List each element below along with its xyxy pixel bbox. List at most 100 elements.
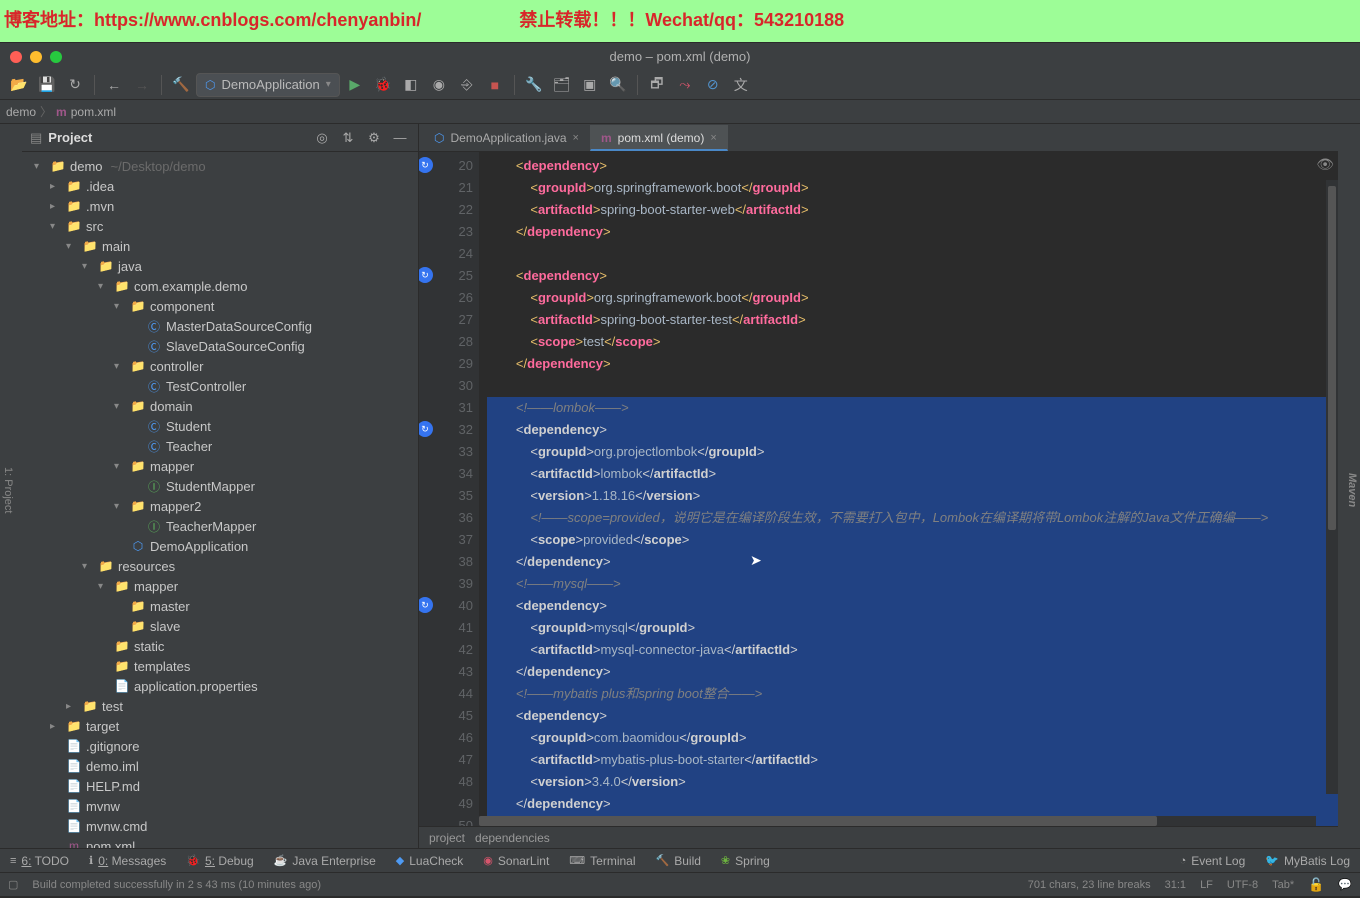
- crumb-project[interactable]: demo: [6, 105, 36, 119]
- tree-item[interactable]: ▾📁src: [24, 216, 418, 236]
- mybatis-log-tool[interactable]: 🐦MyBatis Log: [1255, 849, 1360, 872]
- maven-icon: m: [56, 105, 67, 119]
- tree-item[interactable]: ⒸTeacher: [24, 436, 418, 456]
- project-tab[interactable]: 1: Project: [0, 132, 16, 848]
- tree-item[interactable]: mpom.xml: [24, 836, 418, 848]
- tree-item[interactable]: ▸📁target: [24, 716, 418, 736]
- tree-item[interactable]: 📁templates: [24, 656, 418, 676]
- project-struct-icon[interactable]: 🗂: [549, 73, 575, 97]
- vertical-scrollbar[interactable]: [1326, 180, 1338, 794]
- tree-item[interactable]: ▸📁test: [24, 696, 418, 716]
- debug-tool[interactable]: 🐞5: Debug: [176, 849, 263, 872]
- close-icon[interactable]: ×: [573, 132, 579, 144]
- breadcrumb: demo 〉 m pom.xml: [0, 100, 1360, 124]
- spring-tool[interactable]: ❀Spring: [711, 849, 780, 872]
- gear-icon[interactable]: ⚙: [364, 130, 384, 146]
- tree-item[interactable]: 📄HELP.md: [24, 776, 418, 796]
- tree-item[interactable]: 📁master: [24, 596, 418, 616]
- hide-icon[interactable]: —: [390, 130, 410, 145]
- messages-tool[interactable]: ℹ0: Messages: [79, 849, 176, 872]
- tree-item[interactable]: ⒾStudentMapper: [24, 476, 418, 496]
- attach-icon[interactable]: ⎆: [454, 73, 480, 97]
- tree-item[interactable]: ▾📁mapper: [24, 576, 418, 596]
- bottom-tools-bar: ≡6: TODO ℹ0: Messages 🐞5: Debug ☕Java En…: [0, 848, 1360, 872]
- encoding[interactable]: UTF-8: [1227, 879, 1258, 891]
- minimize-window-icon[interactable]: [30, 51, 42, 63]
- coverage-icon[interactable]: ◧: [398, 73, 424, 97]
- inspection-icon[interactable]: 👁: [1316, 156, 1334, 173]
- tree-item[interactable]: 📄mvnw.cmd: [24, 816, 418, 836]
- lock-icon[interactable]: 🔓: [1308, 877, 1324, 893]
- build-tool[interactable]: 🔨Build: [646, 849, 711, 872]
- notify-icon[interactable]: 💬: [1338, 878, 1352, 891]
- tree-item[interactable]: 📄demo.iml: [24, 756, 418, 776]
- tree-item[interactable]: 📄application.properties: [24, 676, 418, 696]
- tree-item[interactable]: ⒾTeacherMapper: [24, 516, 418, 536]
- tree-item[interactable]: 📁static: [24, 636, 418, 656]
- crumb-deps[interactable]: dependencies: [475, 831, 550, 845]
- tab-pomxml[interactable]: m pom.xml (demo)×: [590, 125, 728, 151]
- tree-item[interactable]: ▾📁component: [24, 296, 418, 316]
- expand-icon[interactable]: ⇅: [338, 130, 358, 146]
- forward-icon[interactable]: →: [129, 73, 155, 97]
- horizontal-scrollbar[interactable]: [479, 816, 1316, 826]
- indent[interactable]: Tab*: [1272, 879, 1294, 891]
- debug-icon[interactable]: 🐞: [370, 73, 396, 97]
- run-icon[interactable]: ▶: [342, 73, 368, 97]
- reload-icon[interactable]: ↻: [62, 73, 88, 97]
- line-ending[interactable]: LF: [1200, 879, 1213, 891]
- stop-icon[interactable]: ■: [482, 73, 508, 97]
- crumb-project[interactable]: project: [429, 831, 465, 845]
- tree-item[interactable]: ⒸTestController: [24, 376, 418, 396]
- close-window-icon[interactable]: [10, 51, 22, 63]
- caret-position[interactable]: 31:1: [1165, 879, 1186, 891]
- luacheck-tool[interactable]: ◆LuaCheck: [386, 849, 474, 872]
- project-tree[interactable]: ▾📁demo~/Desktop/demo▸📁.idea▸📁.mvn▾📁src▾📁…: [22, 152, 418, 848]
- target-icon[interactable]: ◎: [312, 130, 332, 146]
- tree-item[interactable]: ▾📁controller: [24, 356, 418, 376]
- open-file-icon[interactable]: 📂: [6, 73, 32, 97]
- tree-item[interactable]: ⬡DemoApplication: [24, 536, 418, 556]
- javaee-tool[interactable]: ☕Java Enterprise: [264, 849, 386, 872]
- tab-demoapplication[interactable]: ⬡ DemoApplication.java×: [423, 125, 590, 151]
- tree-item[interactable]: ⒸMasterDataSourceConfig: [24, 316, 418, 336]
- search-icon[interactable]: 🔍: [605, 73, 631, 97]
- tree-item[interactable]: ▸📁.idea: [24, 176, 418, 196]
- chart-icon[interactable]: ⤳: [672, 73, 698, 97]
- maven-tab[interactable]: Maven: [1344, 132, 1360, 848]
- event-log-tool[interactable]: ◔Event Log: [1170, 849, 1256, 872]
- deny-icon[interactable]: ⊘: [700, 73, 726, 97]
- sonarlint-tool[interactable]: ◉SonarLint: [473, 849, 559, 872]
- ui-toggle-icon[interactable]: ▢: [8, 878, 18, 891]
- tree-item[interactable]: ▾📁resources: [24, 556, 418, 576]
- tree-item[interactable]: ▾📁demo~/Desktop/demo: [24, 156, 418, 176]
- save-icon[interactable]: 💾: [34, 73, 60, 97]
- tree-item[interactable]: ▾📁domain: [24, 396, 418, 416]
- tree-item[interactable]: 📄mvnw: [24, 796, 418, 816]
- code-editor[interactable]: <dependency> <groupId>org.springframewor…: [479, 152, 1338, 826]
- lightbulb-icon[interactable]: ▣: [577, 73, 603, 97]
- tree-item[interactable]: ▾📁mapper: [24, 456, 418, 476]
- wrench-icon[interactable]: 🔧: [521, 73, 547, 97]
- maximize-window-icon[interactable]: [50, 51, 62, 63]
- plugin-icon[interactable]: 🗗: [644, 73, 670, 97]
- maven-icon: m: [601, 131, 612, 145]
- crumb-file[interactable]: pom.xml: [71, 105, 116, 119]
- terminal-tool[interactable]: ⌨Terminal: [559, 849, 645, 872]
- tree-item[interactable]: 📁slave: [24, 616, 418, 636]
- run-config-selector[interactable]: ⬡ DemoApplication ▾: [196, 73, 340, 97]
- tree-item[interactable]: ▾📁java: [24, 256, 418, 276]
- close-icon[interactable]: ×: [710, 132, 716, 144]
- tree-item[interactable]: ▸📁.mvn: [24, 196, 418, 216]
- todo-tool[interactable]: ≡6: TODO: [0, 849, 79, 872]
- tree-item[interactable]: ▾📁main: [24, 236, 418, 256]
- profile-icon[interactable]: ◉: [426, 73, 452, 97]
- back-icon[interactable]: ←: [101, 73, 127, 97]
- tree-item[interactable]: ▾📁com.example.demo: [24, 276, 418, 296]
- tree-item[interactable]: ⒸSlaveDataSourceConfig: [24, 336, 418, 356]
- tree-item[interactable]: ⒸStudent: [24, 416, 418, 436]
- tree-item[interactable]: ▾📁mapper2: [24, 496, 418, 516]
- translate-icon[interactable]: 文: [728, 73, 754, 97]
- build-icon[interactable]: 🔨: [168, 73, 194, 97]
- tree-item[interactable]: 📄.gitignore: [24, 736, 418, 756]
